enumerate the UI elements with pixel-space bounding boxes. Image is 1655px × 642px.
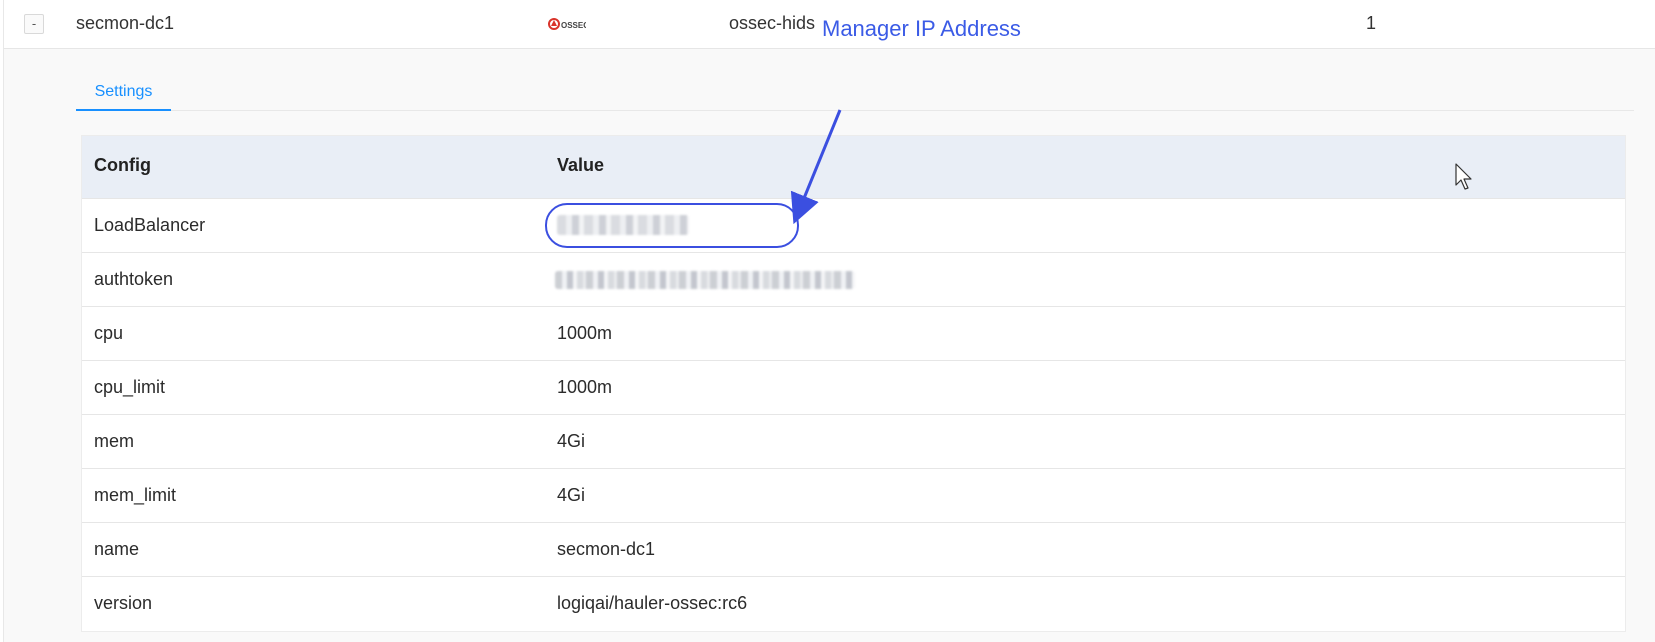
annotation-label: Manager IP Address bbox=[822, 16, 1021, 41]
table-row: name secmon-dc1 bbox=[82, 523, 1625, 577]
config-key: authtoken bbox=[94, 269, 174, 289]
tabs-bar: Settings bbox=[76, 49, 1634, 111]
ossec-logo-icon: OSSEC bbox=[548, 16, 586, 32]
table-row: version logiqai/hauler-ossec:rc6 bbox=[82, 577, 1625, 631]
deployment-name: secmon-dc1 bbox=[76, 13, 175, 33]
config-key: mem bbox=[94, 431, 134, 451]
table-row: cpu 1000m bbox=[82, 307, 1625, 361]
config-value: 1000m bbox=[557, 377, 613, 397]
config-value: 4Gi bbox=[557, 431, 586, 451]
config-key: name bbox=[94, 539, 140, 559]
config-key: mem_limit bbox=[94, 485, 177, 505]
instance-count: 1 bbox=[1366, 13, 1377, 33]
table-header: Config Value bbox=[82, 136, 1625, 199]
table-row: mem 4Gi bbox=[82, 415, 1625, 469]
config-value: 1000m bbox=[557, 323, 613, 343]
config-value: logiqai/hauler-ossec:rc6 bbox=[557, 593, 748, 613]
table-row: LoadBalancer bbox=[82, 199, 1625, 253]
tab-settings[interactable]: Settings bbox=[76, 49, 171, 111]
config-key: cpu_limit bbox=[94, 377, 166, 397]
config-table: Config Value LoadBalancer authtoken cpu … bbox=[81, 135, 1626, 632]
svg-text:OSSEC: OSSEC bbox=[561, 21, 586, 30]
collapse-button[interactable]: - bbox=[24, 14, 44, 34]
config-value: secmon-dc1 bbox=[557, 539, 656, 559]
config-key: cpu bbox=[94, 323, 124, 343]
table-row: cpu_limit 1000m bbox=[82, 361, 1625, 415]
redacted-token-value bbox=[555, 271, 855, 289]
mouse-cursor-icon bbox=[1455, 163, 1475, 196]
table-row: mem_limit 4Gi bbox=[82, 469, 1625, 523]
table-row: authtoken bbox=[82, 253, 1625, 307]
config-key: LoadBalancer bbox=[94, 215, 206, 235]
config-value: 4Gi bbox=[557, 485, 586, 505]
config-key: version bbox=[94, 593, 153, 613]
deployment-type: ossec-hids bbox=[729, 13, 816, 33]
column-header-value: Value bbox=[557, 155, 605, 175]
highlight-ring bbox=[545, 203, 799, 248]
column-header-config: Config bbox=[94, 155, 151, 175]
